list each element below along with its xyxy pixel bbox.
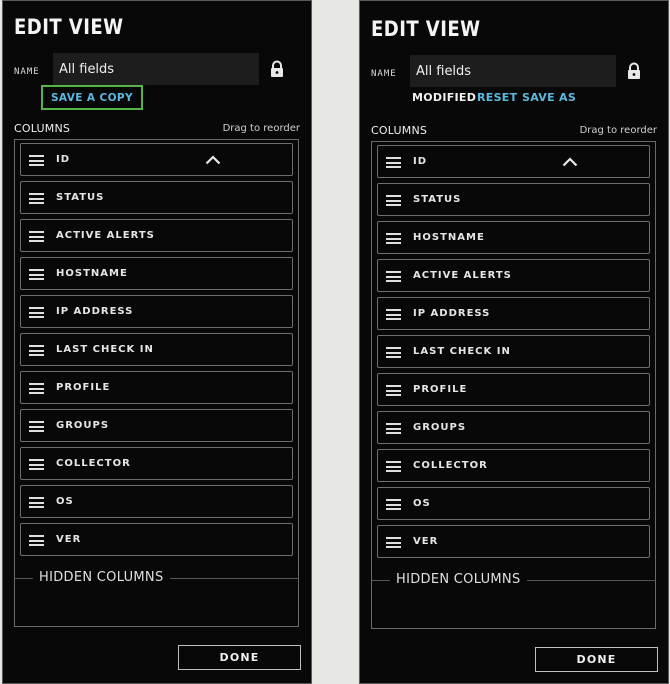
drag-handle-icon[interactable]	[386, 157, 401, 168]
column-label: VER	[413, 536, 439, 547]
column-label: ID	[56, 154, 71, 165]
column-label: STATUS	[413, 194, 462, 205]
drag-handle-icon[interactable]	[29, 155, 44, 166]
lock-icon	[271, 60, 283, 77]
drag-handle-icon[interactable]	[386, 537, 401, 548]
column-row[interactable]: STATUS	[20, 181, 293, 214]
lock-icon	[628, 62, 640, 79]
drag-handle-icon[interactable]	[386, 271, 401, 282]
column-label: GROUPS	[413, 422, 467, 433]
column-label: STATUS	[56, 192, 105, 203]
column-label: HOSTNAME	[413, 232, 485, 243]
drag-handle-icon[interactable]	[386, 423, 401, 434]
column-row[interactable]: OS	[377, 487, 650, 520]
column-label: LAST CHECK IN	[56, 344, 154, 355]
columns-label: COLUMNS	[371, 124, 428, 137]
drag-handle-icon[interactable]	[29, 497, 44, 508]
column-label: GROUPS	[56, 420, 110, 431]
hidden-columns-label: HIDDEN COLUMNS	[390, 572, 527, 587]
drag-handle-icon[interactable]	[29, 421, 44, 432]
drag-handle-icon[interactable]	[29, 345, 44, 356]
drag-handle-icon[interactable]	[29, 307, 44, 318]
name-label: NAME	[371, 69, 397, 79]
column-row[interactable]: COLLECTOR	[377, 449, 650, 482]
column-row[interactable]: ACTIVE ALERTS	[20, 219, 293, 252]
name-label: NAME	[14, 67, 40, 77]
column-label: ACTIVE ALERTS	[56, 230, 155, 241]
column-row[interactable]: ID	[20, 143, 293, 176]
drag-hint: Drag to reorder	[222, 123, 300, 134]
column-label: OS	[56, 496, 74, 507]
done-button[interactable]: DONE	[535, 647, 658, 672]
column-row[interactable]: VER	[377, 525, 650, 558]
drag-handle-icon[interactable]	[29, 535, 44, 546]
columns-label: COLUMNS	[14, 122, 71, 135]
column-row[interactable]: COLLECTOR	[20, 447, 293, 480]
column-row[interactable]: PROFILE	[20, 371, 293, 404]
columns-list: ID STATUS ACTIVE ALERTS HOSTNAME IP ADDR…	[14, 139, 299, 627]
drag-handle-icon[interactable]	[29, 383, 44, 394]
save-as-button[interactable]: SAVE AS	[522, 91, 576, 104]
view-name-input[interactable]	[410, 55, 616, 87]
chevron-up-icon[interactable]	[562, 156, 578, 167]
column-row[interactable]: GROUPS	[377, 411, 650, 444]
column-label: PROFILE	[56, 382, 111, 393]
done-button[interactable]: DONE	[178, 645, 301, 670]
column-row[interactable]: STATUS	[377, 183, 650, 216]
column-label: ACTIVE ALERTS	[413, 270, 512, 281]
column-label: ID	[413, 156, 428, 167]
column-row[interactable]: HOSTNAME	[377, 221, 650, 254]
edit-view-panel-right: EDIT VIEW NAME MODIFIED RESET SAVE AS CO…	[359, 0, 669, 684]
column-row[interactable]: LAST CHECK IN	[20, 333, 293, 366]
column-label: PROFILE	[413, 384, 468, 395]
drag-handle-icon[interactable]	[386, 385, 401, 396]
drag-handle-icon[interactable]	[386, 461, 401, 472]
column-row[interactable]: HOSTNAME	[20, 257, 293, 290]
column-row[interactable]: VER	[20, 523, 293, 556]
column-row[interactable]: ID	[377, 145, 650, 178]
column-row[interactable]: PROFILE	[377, 373, 650, 406]
panel-title: EDIT VIEW	[371, 17, 481, 41]
column-label: LAST CHECK IN	[413, 346, 511, 357]
columns-list: ID STATUS HOSTNAME ACTIVE ALERTS IP ADDR…	[371, 141, 656, 629]
edit-view-panel-left: EDIT VIEW NAME SAVE A COPY COLUMNS Drag …	[2, 0, 312, 684]
drag-handle-icon[interactable]	[386, 347, 401, 358]
column-label: COLLECTOR	[413, 460, 488, 471]
column-label: IP ADDRESS	[413, 308, 491, 319]
column-row[interactable]: LAST CHECK IN	[377, 335, 650, 368]
drag-hint: Drag to reorder	[579, 125, 657, 136]
hidden-columns-label: HIDDEN COLUMNS	[33, 570, 170, 585]
column-row[interactable]: IP ADDRESS	[377, 297, 650, 330]
drag-handle-icon[interactable]	[386, 195, 401, 206]
panel-title: EDIT VIEW	[14, 15, 124, 39]
drag-handle-icon[interactable]	[386, 309, 401, 320]
drag-handle-icon[interactable]	[29, 459, 44, 470]
column-label: HOSTNAME	[56, 268, 128, 279]
drag-handle-icon[interactable]	[386, 499, 401, 510]
reset-button[interactable]: RESET	[477, 91, 517, 104]
column-row[interactable]: OS	[20, 485, 293, 518]
column-label: OS	[413, 498, 431, 509]
save-a-copy-button[interactable]: SAVE A COPY	[41, 85, 143, 110]
column-row[interactable]: GROUPS	[20, 409, 293, 442]
column-label: VER	[56, 534, 82, 545]
modified-status-label: MODIFIED	[412, 91, 477, 104]
column-label: IP ADDRESS	[56, 306, 134, 317]
column-label: COLLECTOR	[56, 458, 131, 469]
chevron-up-icon[interactable]	[205, 154, 221, 165]
drag-handle-icon[interactable]	[29, 193, 44, 204]
drag-handle-icon[interactable]	[29, 231, 44, 242]
column-row[interactable]: IP ADDRESS	[20, 295, 293, 328]
drag-handle-icon[interactable]	[29, 269, 44, 280]
column-row[interactable]: ACTIVE ALERTS	[377, 259, 650, 292]
view-name-input[interactable]	[53, 53, 259, 85]
drag-handle-icon[interactable]	[386, 233, 401, 244]
